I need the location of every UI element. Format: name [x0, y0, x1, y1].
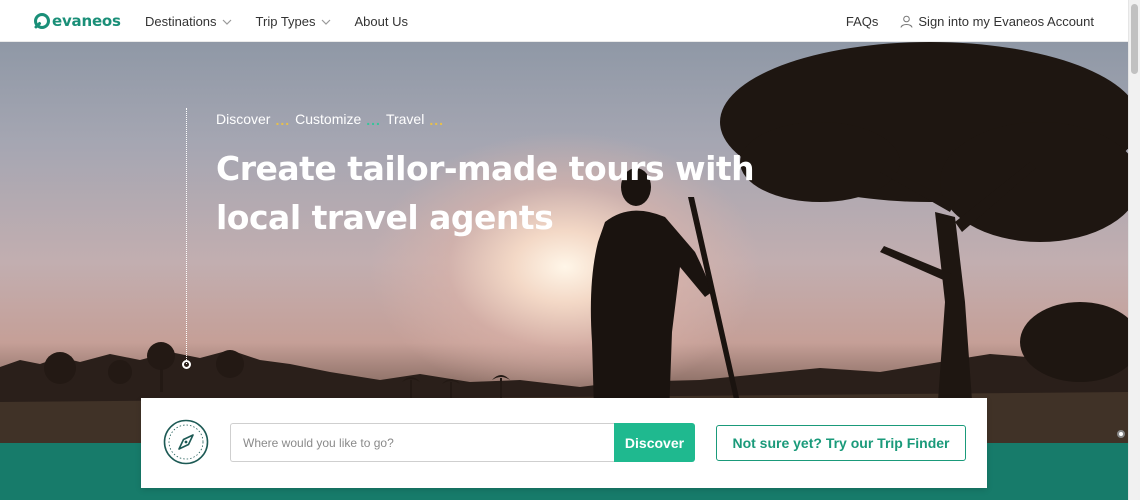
hero-background-image — [0, 42, 1128, 443]
nav-trip-types[interactable]: Trip Types — [256, 14, 331, 29]
timeline-line — [186, 108, 187, 364]
signin-label: Sign into my Evaneos Account — [918, 13, 1094, 29]
logo-text: evaneos — [52, 12, 121, 30]
chevron-down-icon — [321, 19, 330, 25]
step-discover: Discover — [216, 111, 271, 127]
step-separator-dots: ... — [429, 112, 445, 128]
nav-destinations-label: Destinations — [145, 13, 217, 29]
evaneos-logo-icon — [34, 13, 50, 29]
step-travel: Travel — [385, 111, 425, 127]
timeline-dot — [182, 360, 191, 369]
nav-destinations[interactable]: Destinations — [145, 14, 232, 29]
trip-finder-button[interactable]: Not sure yet? Try our Trip Finder — [716, 425, 966, 461]
main-nav: Destinations Trip Types About Us — [145, 0, 432, 42]
chevron-down-icon — [222, 19, 231, 25]
page-scrollbar[interactable] — [1128, 0, 1140, 500]
nav-trip-types-label: Trip Types — [255, 13, 316, 29]
user-icon — [900, 15, 913, 28]
hero-steps: Discover ... Customize ... Travel ... — [216, 111, 449, 128]
header-actions: FAQs Sign into my Evaneos Account — [846, 0, 1094, 42]
destination-search-input[interactable] — [230, 423, 615, 462]
nav-about-us[interactable]: About Us — [355, 14, 408, 29]
discover-button[interactable]: Discover — [614, 423, 695, 462]
logo[interactable]: evaneos — [33, 11, 121, 31]
search-card: Discover Not sure yet? Try our Trip Find… — [141, 398, 987, 488]
hero-title: Create tailor-made tours with local trav… — [216, 149, 755, 237]
site-header: evaneos Destinations Trip Types About Us… — [0, 0, 1128, 42]
scrollbar-thumb[interactable] — [1131, 4, 1138, 74]
step-separator-dots: ... — [366, 112, 381, 128]
slider-indicator[interactable] — [1117, 430, 1125, 438]
step-customize: Customize — [295, 111, 362, 127]
nav-about-us-label: About Us — [354, 13, 408, 29]
hero-banner: Discover ... Customize ... Travel ... Cr… — [0, 42, 1128, 443]
signin-link[interactable]: Sign into my Evaneos Account — [900, 14, 1094, 29]
step-separator-dots: ... — [275, 112, 291, 128]
compass-icon — [163, 419, 209, 465]
faqs-link[interactable]: FAQs — [846, 14, 879, 29]
